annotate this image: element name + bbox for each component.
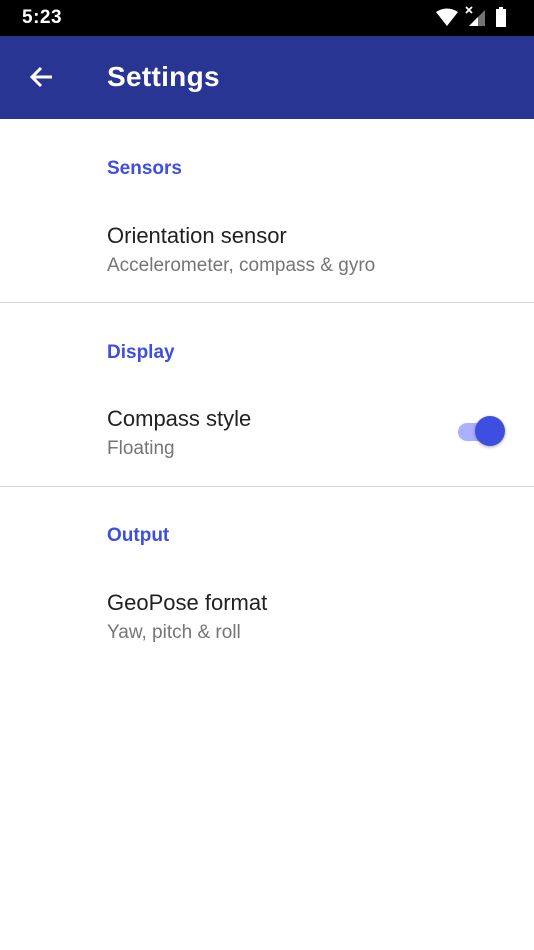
- status-bar: 5:23: [0, 0, 534, 36]
- pref-title: Compass style: [107, 406, 252, 431]
- settings-screen: 5:23 Settings Sensors Orientation sensor…: [0, 0, 534, 950]
- section-header-output: Output: [107, 525, 170, 546]
- pref-compass-style[interactable]: Compass style Floating: [0, 383, 534, 483]
- pref-title: Orientation sensor: [107, 223, 287, 248]
- pref-summary: Floating: [107, 438, 175, 459]
- pref-summary: Accelerometer, compass & gyro: [107, 255, 376, 276]
- page-title: Settings: [107, 61, 220, 92]
- section-header-display: Display: [107, 342, 175, 363]
- status-time: 5:23: [22, 7, 63, 28]
- battery-icon: [496, 7, 506, 27]
- divider: [0, 486, 534, 487]
- arrow-back-icon: [29, 66, 52, 88]
- compass-style-switch[interactable]: [456, 414, 508, 448]
- pref-geopose-format[interactable]: GeoPose format Yaw, pitch & roll: [0, 567, 534, 667]
- pref-summary: Yaw, pitch & roll: [107, 622, 241, 643]
- pref-title: GeoPose format: [107, 590, 268, 615]
- divider: [0, 302, 534, 303]
- status-icons: [434, 6, 514, 30]
- section-header-sensors: Sensors: [107, 158, 182, 179]
- back-button[interactable]: [22, 58, 62, 98]
- cellular-no-signal-icon: [465, 6, 485, 26]
- wifi-icon: [436, 8, 458, 26]
- switch-thumb: [475, 416, 505, 446]
- app-bar: Settings: [0, 36, 534, 119]
- pref-orientation-sensor[interactable]: Orientation sensor Accelerometer, compas…: [0, 200, 534, 300]
